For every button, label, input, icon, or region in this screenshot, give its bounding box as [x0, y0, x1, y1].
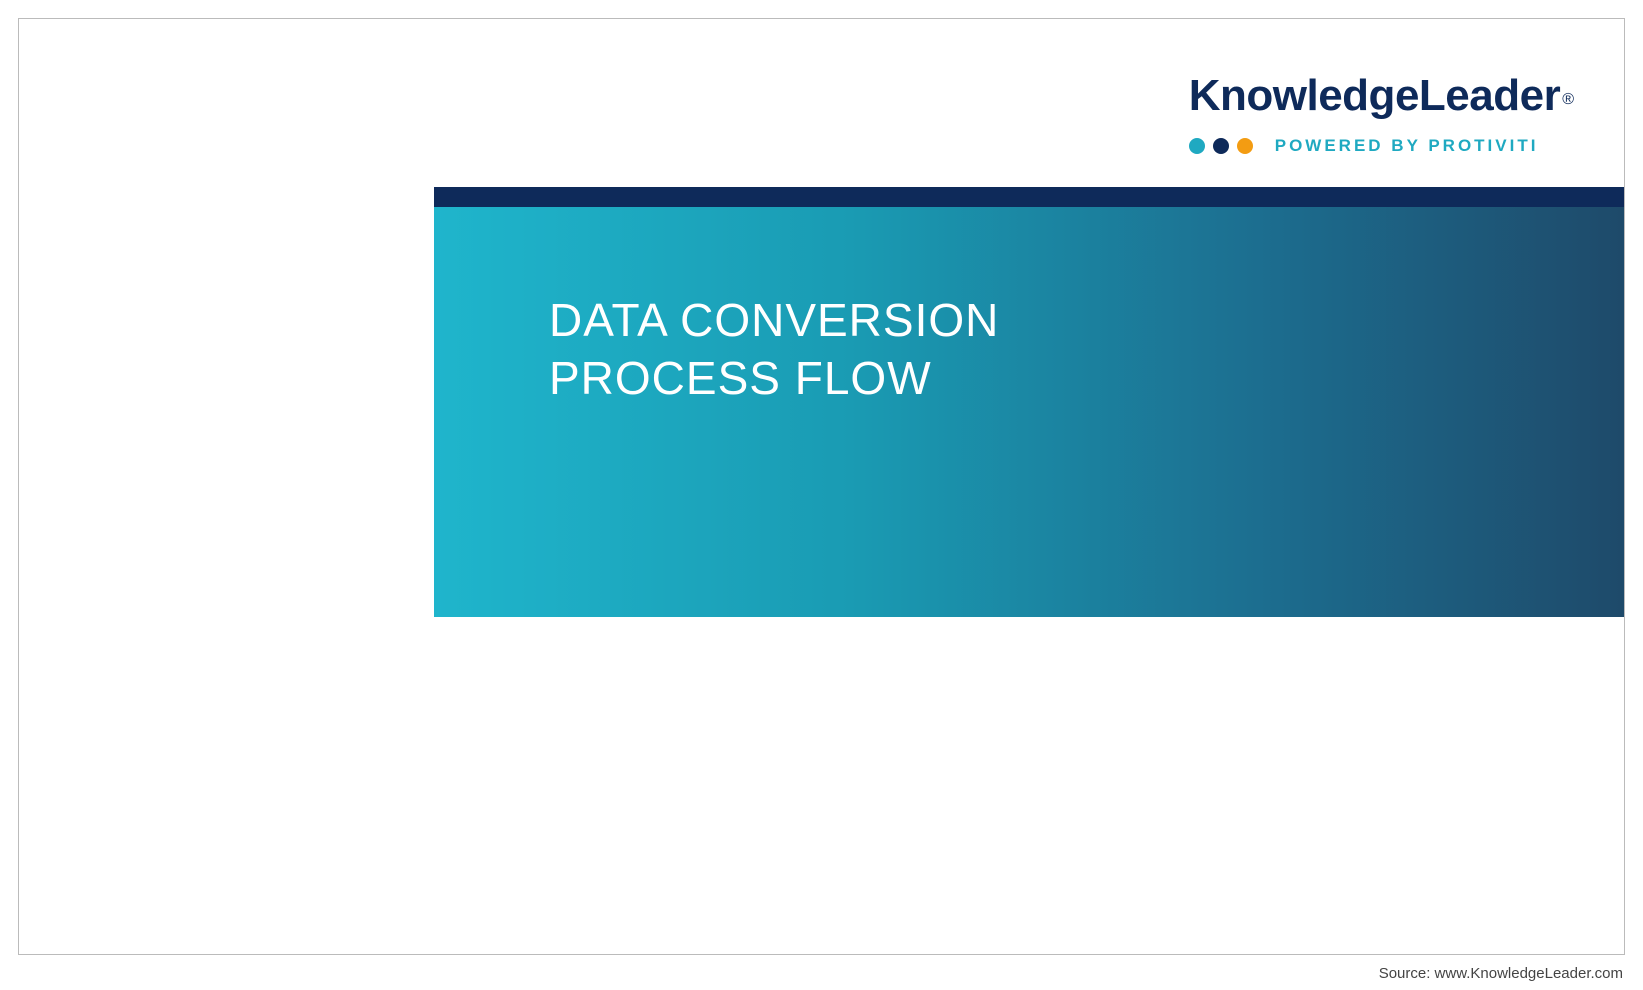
brand-logo: KnowledgeLeader® POWERED BY PROTIVITI	[1189, 74, 1574, 156]
brand-dots	[1189, 138, 1253, 154]
brand-name: KnowledgeLeader	[1189, 71, 1560, 120]
title-panel: DATA CONVERSION PROCESS FLOW	[434, 207, 1624, 617]
dot-icon	[1237, 138, 1253, 154]
accent-bar	[434, 187, 1624, 207]
brand-tagline: POWERED BY PROTIVITI	[1275, 136, 1539, 156]
dot-icon	[1213, 138, 1229, 154]
brand-subline: POWERED BY PROTIVITI	[1189, 136, 1574, 156]
slide-container: KnowledgeLeader® POWERED BY PROTIVITI DA…	[18, 18, 1625, 955]
registered-mark: ®	[1562, 91, 1574, 108]
source-attribution: Source: www.KnowledgeLeader.com	[1379, 965, 1623, 982]
brand-name-row: KnowledgeLeader®	[1189, 74, 1574, 118]
slide-title: DATA CONVERSION PROCESS FLOW	[549, 292, 1624, 407]
dot-icon	[1189, 138, 1205, 154]
